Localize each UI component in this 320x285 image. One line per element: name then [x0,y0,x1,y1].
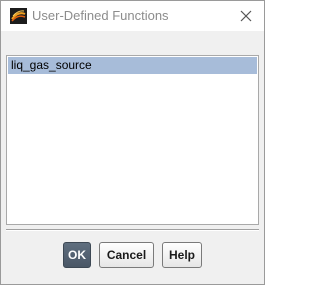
cancel-button[interactable]: Cancel [99,242,154,268]
dialog-body: liq_gas_source OK Cancel Help [1,31,264,284]
fluent-app-icon [10,8,27,24]
separator [6,229,259,231]
close-icon[interactable] [237,7,255,25]
dialog-window: User-Defined Functions liq_gas_source OK… [0,0,265,285]
list-item-liq-gas-source[interactable]: liq_gas_source [8,57,257,74]
window-title: User-Defined Functions [32,8,169,23]
udf-listbox[interactable]: liq_gas_source [6,55,259,225]
help-button[interactable]: Help [162,242,202,268]
title-bar[interactable]: User-Defined Functions [1,1,264,31]
ok-button[interactable]: OK [63,242,91,268]
